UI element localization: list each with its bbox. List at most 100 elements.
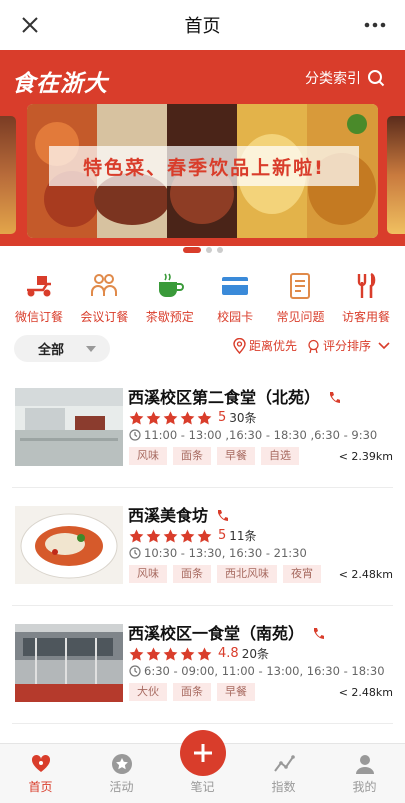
star-icon <box>197 529 212 542</box>
star-icon <box>163 411 178 424</box>
review-count: 30条 <box>229 411 257 425</box>
quick-link-label: 茶歇预定 <box>145 310 194 324</box>
quick-links: 微信订餐 会议订餐 茶歇预定 校园卡 常见问题 访客用餐 <box>0 270 405 325</box>
phone-icon[interactable] <box>216 509 229 523</box>
search-icon <box>368 70 385 87</box>
tab-profile[interactable]: 我的 <box>335 753 395 795</box>
rating-score: 4.8 <box>218 646 239 661</box>
carousel-dot[interactable] <box>216 247 223 253</box>
star-rating <box>129 529 212 543</box>
opening-hours: 6:30 - 09:00, 11:00 - 13:00, 16:30 - 18:… <box>129 664 385 678</box>
review-count: 20条 <box>241 647 269 661</box>
category-index-label: 分类索引 <box>305 71 361 87</box>
restaurant-card[interactable]: 西溪校区一食堂（南苑） 4.8 20条 6:30 - 09:00, 11:00 … <box>12 606 393 724</box>
quick-link-label: 微信订餐 <box>14 310 63 324</box>
banner-slide[interactable]: 特色菜、春季饮品上新啦! <box>27 104 378 238</box>
quick-link-label: 会议订餐 <box>80 310 129 324</box>
tag: 风味 <box>129 447 167 465</box>
quick-link-meeting-order[interactable]: 会议订餐 <box>73 270 135 325</box>
hours-text: 6:30 - 09:00, 11:00 - 13:00, 16:30 - 18:… <box>144 664 385 678</box>
app-logo: 食在浙大 <box>12 70 108 97</box>
tag: 风味 <box>129 565 167 583</box>
prev-slide-peek[interactable] <box>0 116 16 234</box>
hours-text: 10:30 - 13:30, 16:30 - 21:30 <box>144 546 307 560</box>
star-icon <box>146 411 161 424</box>
restaurant-card[interactable]: 西溪美食坊 5 11条 10:30 - 13:30, 16:30 - 21:30… <box>12 488 393 606</box>
star-icon <box>129 411 144 424</box>
rating-score: 5 <box>218 528 227 543</box>
star-icon <box>197 647 212 660</box>
restaurant-card[interactable]: 西溪校区第二食堂（北苑） 5 30条 11:00 - 13:00 ,16:30 … <box>12 370 393 488</box>
trend-line-icon <box>273 755 295 772</box>
hours-text: 11:00 - 13:00 ,16:30 - 18:30 ,6:30 - 9:3… <box>144 428 378 442</box>
home-heart-icon <box>31 754 50 772</box>
sort-options: 距离优先 评分排序 <box>223 337 394 354</box>
star-icon <box>180 529 195 542</box>
tag: 大伙 <box>129 683 167 701</box>
quick-link-visitor-dining[interactable]: 访客用餐 <box>335 270 397 325</box>
star-circle-icon <box>111 754 132 774</box>
category-dropdown[interactable]: 全部 <box>14 335 110 362</box>
rating-score: 5 <box>218 410 227 425</box>
restaurant-list: 西溪校区第二食堂（北苑） 5 30条 11:00 - 13:00 ,16:30 … <box>0 370 405 724</box>
fork-knife-icon <box>357 272 376 298</box>
slide-caption: 特色菜、春季饮品上新啦! <box>49 146 359 186</box>
quick-link-wechat-order[interactable]: 微信订餐 <box>8 270 70 325</box>
star-icon <box>180 411 195 424</box>
quick-link-tea-break[interactable]: 茶歇预定 <box>139 270 201 325</box>
tab-index[interactable]: 指数 <box>254 753 314 795</box>
category-dropdown-label: 全部 <box>38 343 65 358</box>
star-icon <box>146 647 161 660</box>
tab-home[interactable]: 首页 <box>11 753 71 795</box>
clock-icon <box>129 547 141 559</box>
chevron-down-icon <box>378 341 390 349</box>
close-icon[interactable] <box>18 13 42 37</box>
delivery-scooter-icon <box>27 276 51 297</box>
tag-list: 大伙 面条 早餐 <box>129 683 255 701</box>
distance: < 2.48km <box>338 568 393 581</box>
star-icon <box>146 529 161 542</box>
star-icon <box>163 529 178 542</box>
tab-label: 笔记 <box>190 780 215 794</box>
carousel-indicator <box>0 247 405 253</box>
opening-hours: 11:00 - 13:00 ,16:30 - 18:30 ,6:30 - 9:3… <box>129 428 377 442</box>
star-icon <box>180 647 195 660</box>
quick-link-label: 访客用餐 <box>341 310 390 324</box>
rating-badge-icon <box>308 339 319 353</box>
carousel-dot[interactable] <box>182 247 201 253</box>
star-icon <box>129 529 144 542</box>
group-people-icon <box>91 274 118 296</box>
tab-label: 活动 <box>109 780 134 794</box>
star-rating <box>129 647 212 661</box>
rating-row: 5 30条 <box>129 409 257 426</box>
distance: < 2.39km <box>338 450 393 463</box>
restaurant-name: 西溪校区第二食堂（北苑） <box>128 384 341 408</box>
sort-rating-label: 评分排序 <box>322 339 371 353</box>
category-index-button[interactable]: 分类索引 <box>305 68 385 88</box>
more-icon[interactable] <box>363 13 387 37</box>
top-bar: 首页 <box>0 0 405 50</box>
quick-link-campus-card[interactable]: 校园卡 <box>204 270 266 325</box>
phone-icon[interactable] <box>328 391 341 405</box>
filter-bar: 全部 距离优先 评分排序 <box>14 333 394 363</box>
distance: < 2.48km <box>338 686 393 699</box>
restaurant-name: 西溪美食坊 <box>128 502 229 526</box>
plus-icon <box>194 744 212 762</box>
carousel-dot[interactable] <box>205 247 212 253</box>
sort-rating-button[interactable]: 评分排序 <box>307 337 394 354</box>
tab-activity[interactable]: 活动 <box>92 753 152 795</box>
restaurant-photo <box>15 624 123 702</box>
tag: 面条 <box>173 447 211 465</box>
page-title: 首页 <box>184 16 221 37</box>
phone-icon[interactable] <box>312 627 325 641</box>
dropdown-arrow-icon <box>86 346 96 352</box>
banner: 食在浙大 分类索引 特色菜、春季饮品上新啦! <box>0 50 405 246</box>
add-note-button[interactable] <box>180 730 226 776</box>
opening-hours: 10:30 - 13:30, 16:30 - 21:30 <box>129 546 307 560</box>
quick-link-label: 校园卡 <box>217 310 254 324</box>
restaurant-photo <box>15 506 123 584</box>
sort-distance-button[interactable]: 距离优先 <box>233 337 297 354</box>
next-slide-peek[interactable] <box>387 116 405 234</box>
quick-link-faq[interactable]: 常见问题 <box>270 270 332 325</box>
rating-row: 5 11条 <box>129 527 257 544</box>
